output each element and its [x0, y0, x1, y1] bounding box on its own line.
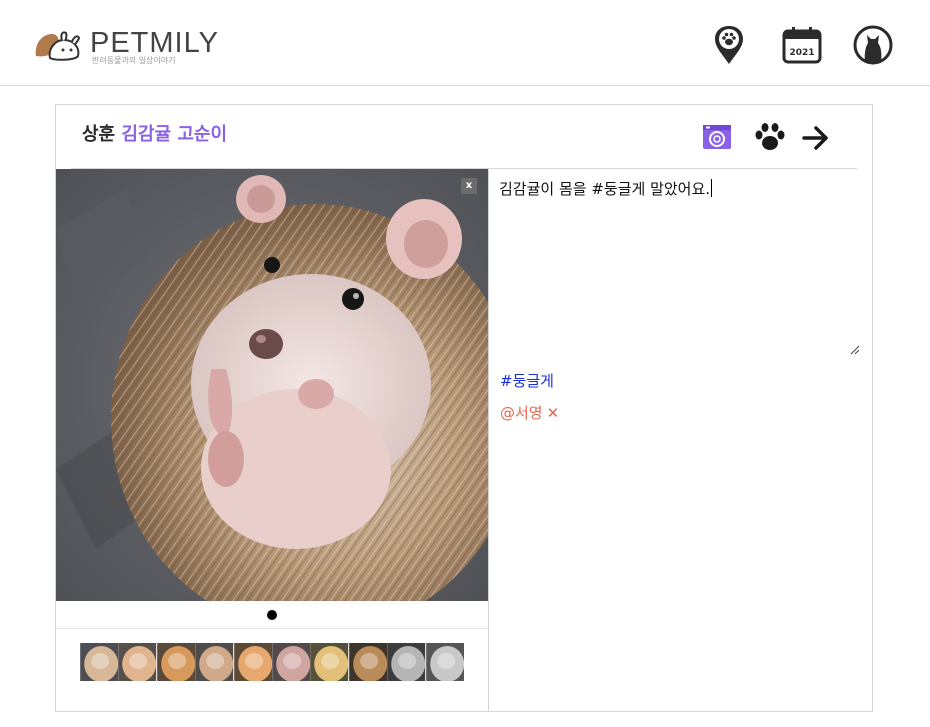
post-text-content: 김감귤이 몸을 #둥글게 말았어요.: [499, 180, 711, 198]
filter-thumbnail-preview: [272, 643, 311, 681]
filter-thumbnail-golden[interactable]: [233, 643, 272, 681]
post-editor-card: 상훈 김감귤 고순이 x 김감귤이 몸을 #둥글게 말았어요. #둥글게 @서영…: [55, 104, 873, 712]
hedgehog-photo: [56, 169, 488, 601]
mention-item: @서영 ✕: [500, 402, 559, 424]
post-header: 상훈 김감귤 고순이: [71, 105, 857, 169]
filter-thumbnail-original[interactable]: [80, 643, 119, 681]
arrow-right-icon[interactable]: [802, 125, 830, 151]
logo-pets-icon: [35, 31, 81, 61]
remove-mention-button[interactable]: ✕: [547, 404, 560, 422]
post-photo[interactable]: [56, 169, 488, 601]
logo-subtitle: 반려동물과의 일상이야기: [92, 56, 176, 65]
filter-thumbnail-preview: [348, 643, 387, 681]
hashtag-item[interactable]: #둥글게: [500, 370, 554, 392]
filter-thumbnail-preview: [233, 643, 272, 681]
mention-label[interactable]: @서영: [500, 404, 543, 422]
logo-wordmark: PETMILY: [90, 27, 219, 59]
calendar-icon[interactable]: 2021: [781, 24, 823, 66]
filter-thumbnail-warm[interactable]: [118, 643, 157, 681]
filter-thumbnail-vivid[interactable]: [156, 643, 195, 681]
paw-icon[interactable]: [754, 122, 786, 152]
filter-thumbnails: [80, 643, 464, 681]
post-author: 상훈 김감귤 고순이: [82, 123, 227, 147]
filter-thumbnail-preview: [156, 643, 195, 681]
filter-strip: [56, 628, 489, 712]
filter-thumbnail-grayscale[interactable]: [387, 643, 426, 681]
profile-cat-icon[interactable]: [852, 24, 894, 66]
top-navigation-bar: PETMILY 반려동물과의 일상이야기 2021: [0, 0, 930, 86]
panel-divider: [488, 169, 489, 711]
filter-thumbnail-preview: [118, 643, 157, 681]
location-paw-icon[interactable]: [708, 24, 750, 66]
filter-thumbnail-preview: [195, 643, 234, 681]
filter-thumbnail-rose[interactable]: [272, 643, 311, 681]
filter-thumbnail-sunny[interactable]: [310, 643, 349, 681]
remove-photo-button[interactable]: x: [461, 178, 477, 194]
filter-thumbnail-preview: [310, 643, 349, 681]
text-caret: [711, 179, 713, 197]
post-text-area[interactable]: 김감귤이 몸을 #둥글게 말았어요.: [499, 177, 859, 353]
resize-grip-icon[interactable]: [848, 343, 860, 355]
author-name: 상훈: [82, 124, 116, 145]
filter-thumbnail-preview: [387, 643, 426, 681]
filter-thumbnail-sepia[interactable]: [348, 643, 387, 681]
camera-icon[interactable]: [702, 123, 732, 151]
filter-thumbnail-soft[interactable]: [195, 643, 234, 681]
filter-thumbnail-preview: [425, 643, 464, 681]
pet-tags[interactable]: 김감귤 고순이: [121, 124, 227, 145]
filter-thumbnail-mono[interactable]: [425, 643, 464, 681]
filter-thumbnail-preview: [80, 643, 119, 681]
carousel-indicator-dot[interactable]: [267, 610, 277, 620]
calendar-year-text: 2021: [789, 48, 814, 58]
